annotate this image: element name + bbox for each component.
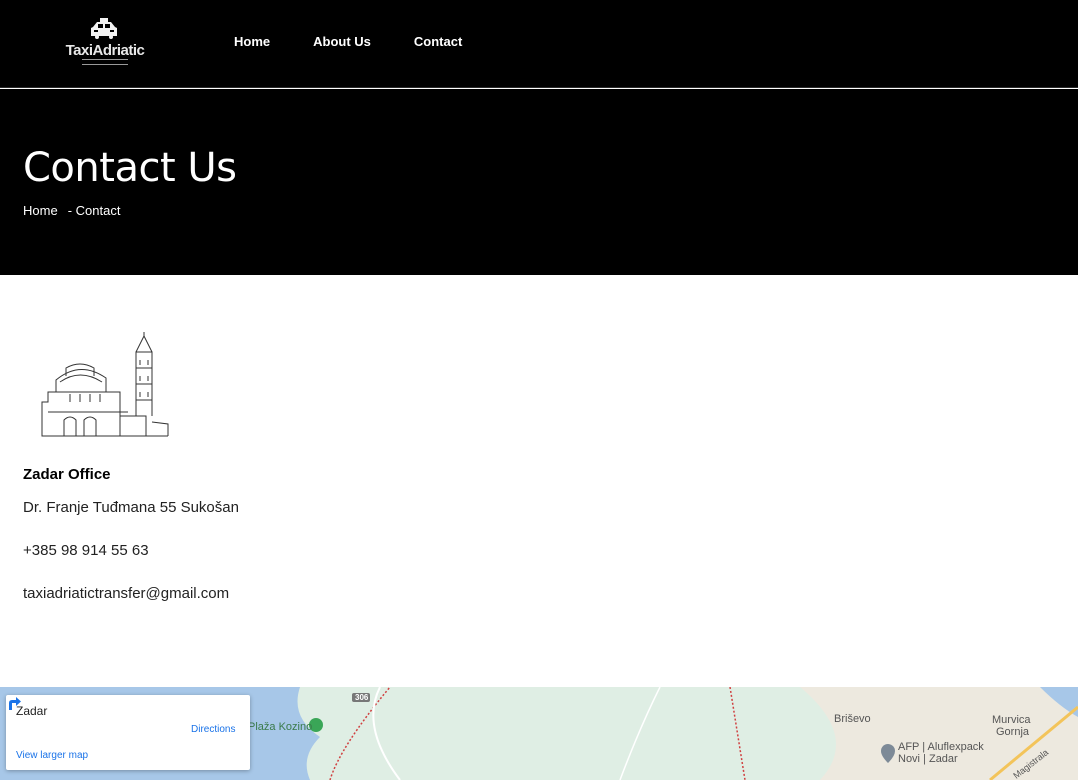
nav-home[interactable]: Home [234, 34, 270, 49]
office-address: Dr. Franje Tuđmana 55 Sukošan [23, 499, 239, 516]
breadcrumb-home-link[interactable]: Home [23, 203, 58, 218]
business-label-line2: Novi | Zadar [898, 753, 958, 765]
village-label-brisevo: Briševo [834, 713, 871, 725]
nav-contact[interactable]: Contact [414, 34, 462, 49]
directions-link[interactable]: Directions [191, 724, 235, 735]
road-number-label: 306 [355, 693, 369, 702]
directions-icon[interactable] [6, 695, 22, 711]
breadcrumb: Home - Contact [23, 203, 124, 218]
embedded-map[interactable]: 306 Plaža Kozino Briševo Murvica Gornja … [0, 687, 1078, 780]
logo-tagline-rule [82, 59, 128, 65]
page-hero: Contact Us Home - Contact [0, 89, 1078, 275]
nav-about-us[interactable]: About Us [313, 34, 371, 49]
beach-label: Plaža Kozino [248, 721, 313, 733]
page-title: Contact Us [23, 145, 237, 191]
village-label-murvica: Murvica [992, 714, 1031, 726]
office-title: Zadar Office [23, 466, 111, 483]
village-label-gornja: Gornja [996, 726, 1030, 738]
logo-text: TaxiAdriatic [65, 42, 145, 59]
breadcrumb-current: - Contact [67, 203, 121, 218]
business-label-line1: AFP | Aluflexpack [898, 741, 984, 753]
view-larger-map-link[interactable]: View larger map [16, 750, 88, 761]
zadar-landmark-illustration [41, 332, 169, 437]
office-phone-link[interactable]: +385 98 914 55 63 [23, 542, 149, 559]
site-header: TaxiAdriatic Home About Us Contact [0, 0, 1078, 88]
main-nav: Home About Us Contact [234, 34, 505, 49]
office-email-link[interactable]: taxiadriatictransfer@gmail.com [23, 585, 229, 602]
map-info-card: Zadar Directions View larger map [6, 695, 250, 770]
taxi-car-icon [91, 18, 117, 39]
site-logo[interactable]: TaxiAdriatic [62, 18, 148, 70]
